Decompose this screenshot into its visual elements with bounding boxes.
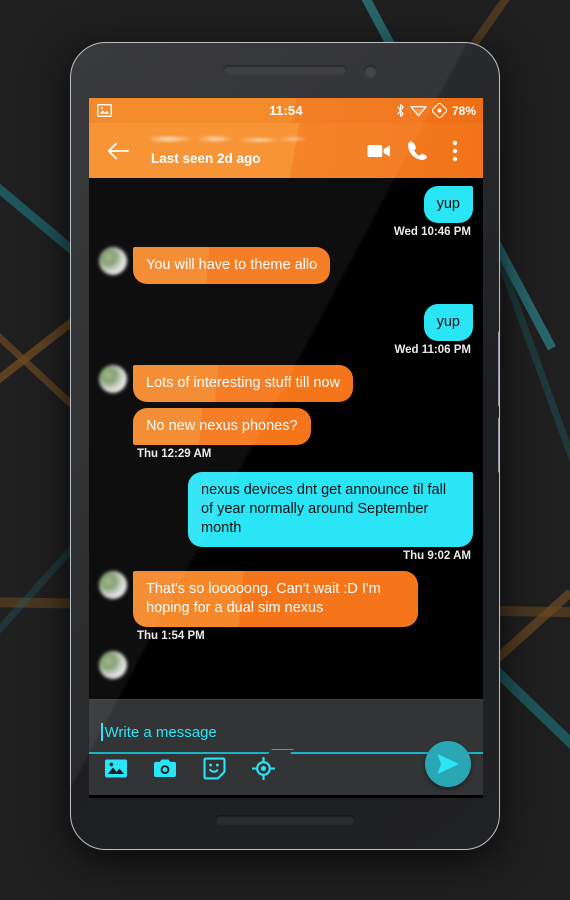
message-bubble[interactable]: nexus devices dnt get announce til fall … bbox=[188, 472, 473, 547]
send-button[interactable] bbox=[425, 741, 471, 787]
message-timestamp: Thu 9:02 AM bbox=[403, 550, 471, 562]
overflow-menu-icon[interactable] bbox=[437, 131, 473, 171]
message-timestamp: Wed 10:46 PM bbox=[393, 226, 471, 238]
phone-screen: 11:54 78% Last seen 2d ago yup Wed 10:46… bbox=[89, 98, 483, 798]
message-bubble[interactable]: You will have to theme allo bbox=[133, 247, 331, 284]
screen-bottom-edge bbox=[89, 795, 483, 798]
input-underline bbox=[89, 752, 483, 754]
message-bubble[interactable]: Lots of interesting stuff till now bbox=[133, 365, 353, 402]
message-bubble[interactable]: No new nexus phones? bbox=[133, 408, 311, 445]
avatar[interactable] bbox=[99, 247, 127, 275]
wifi-icon bbox=[410, 104, 427, 117]
message-row-outgoing[interactable]: yup bbox=[99, 304, 473, 341]
status-bar: 11:54 78% bbox=[89, 98, 483, 123]
contact-title-block[interactable]: Last seen 2d ago bbox=[137, 129, 361, 173]
bluetooth-icon bbox=[396, 103, 405, 118]
back-button[interactable] bbox=[99, 132, 137, 170]
text-caret bbox=[101, 723, 103, 741]
voice-call-icon[interactable] bbox=[399, 131, 435, 171]
status-bar-system-icons: 78% bbox=[396, 103, 476, 118]
bottom-speaker-grille bbox=[215, 815, 355, 825]
avatar[interactable] bbox=[99, 571, 127, 599]
message-row-incoming[interactable]: You will have to theme allo bbox=[99, 247, 473, 284]
gallery-icon[interactable] bbox=[103, 755, 129, 781]
message-timestamp: Thu 1:54 PM bbox=[137, 630, 205, 642]
avatar[interactable] bbox=[99, 651, 127, 679]
message-list[interactable]: yup Wed 10:46 PM You will have to theme … bbox=[89, 178, 483, 699]
power-button[interactable] bbox=[498, 417, 499, 473]
app-bar: Last seen 2d ago bbox=[89, 123, 483, 178]
message-timestamp: Thu 12:29 AM bbox=[137, 448, 212, 460]
contact-name-redacted bbox=[151, 132, 311, 146]
message-composer: Write a message bbox=[89, 699, 483, 795]
avatar[interactable] bbox=[99, 365, 127, 393]
message-row-incoming-partial[interactable] bbox=[99, 651, 473, 679]
message-bubble[interactable]: That's so looooong. Can't wait :D I'm ho… bbox=[133, 571, 418, 627]
contact-last-seen: Last seen 2d ago bbox=[151, 150, 261, 166]
sticker-icon[interactable] bbox=[201, 755, 227, 781]
battery-percent-label: 78% bbox=[451, 103, 476, 118]
message-bubble[interactable]: yup bbox=[423, 304, 473, 341]
message-row-outgoing[interactable]: yup bbox=[99, 186, 473, 223]
message-row-incoming[interactable]: No new nexus phones? bbox=[99, 408, 473, 445]
phone-device-mockup: 11:54 78% Last seen 2d ago yup Wed 10:46… bbox=[70, 42, 500, 850]
earpiece-speaker bbox=[223, 65, 347, 75]
message-input-row[interactable]: Write a message bbox=[101, 712, 471, 752]
volume-button[interactable] bbox=[498, 331, 499, 407]
message-timestamp: Wed 11:06 PM bbox=[394, 344, 472, 356]
message-row-outgoing[interactable]: nexus devices dnt get announce til fall … bbox=[99, 472, 473, 547]
message-row-incoming[interactable]: Lots of interesting stuff till now bbox=[99, 365, 473, 402]
camera-icon[interactable] bbox=[152, 755, 178, 781]
video-call-icon[interactable] bbox=[361, 131, 397, 171]
nfc-icon bbox=[431, 103, 447, 118]
location-icon[interactable] bbox=[250, 755, 276, 781]
message-input[interactable]: Write a message bbox=[105, 724, 217, 741]
app-bar-actions bbox=[361, 131, 473, 171]
wallpaper-line bbox=[493, 250, 570, 554]
message-row-incoming[interactable]: That's so looooong. Can't wait :D I'm ho… bbox=[99, 571, 473, 627]
avatar-placeholder bbox=[99, 408, 127, 436]
composer-tools bbox=[103, 755, 276, 781]
message-bubble[interactable]: yup bbox=[423, 186, 473, 223]
front-camera bbox=[364, 65, 377, 78]
